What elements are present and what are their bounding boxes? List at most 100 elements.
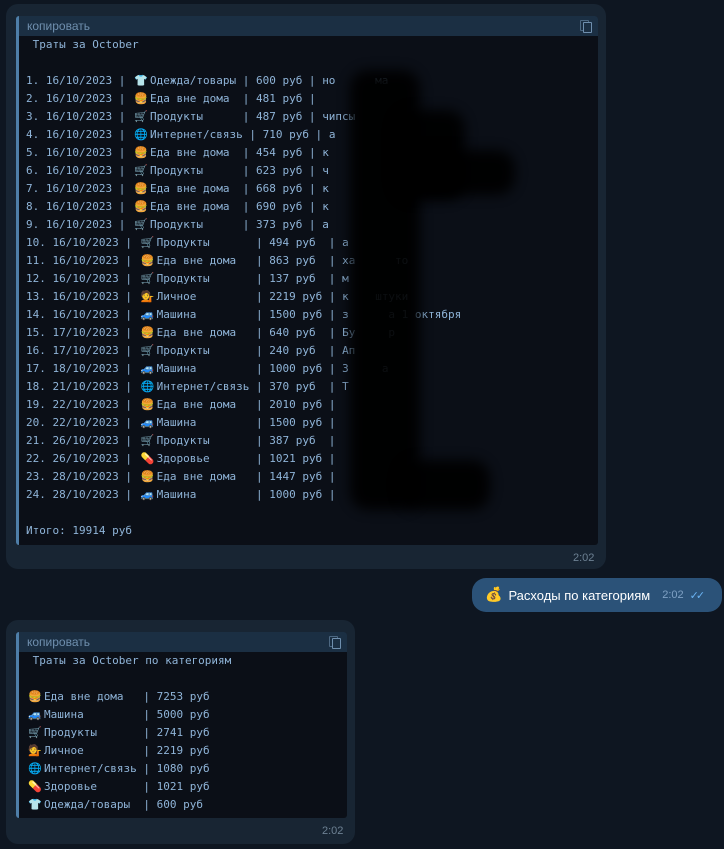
row-date: 26/10/2023 (52, 434, 119, 447)
row-category: Интернет/связь (149, 128, 243, 141)
row-note: к (322, 200, 329, 213)
row-category: Продукты (149, 110, 203, 123)
category-row: 🛒 Продукты | 2741 руб (26, 724, 347, 742)
cart-icon: 🛒 (134, 164, 148, 177)
row-amount: 1000 руб (269, 362, 323, 375)
expense-row: 20. 22/10/2023 | 🚙 Машина | 1500 руб | (26, 414, 598, 432)
cart-icon: 🛒 (28, 726, 42, 739)
car-icon: 🚙 (140, 488, 155, 501)
cart-icon: 🛒 (140, 272, 155, 285)
row-date: 16/10/2023 (45, 110, 113, 123)
expense-row: 10. 16/10/2023 | 🛒 Продукты | 494 руб | а (26, 234, 598, 252)
row-number: 12. (26, 272, 46, 285)
shirt-icon: 👕 (28, 798, 42, 811)
car-icon: 🚙 (28, 708, 42, 721)
expense-row: 18. 21/10/2023 | 🌐 Интернет/связь | 370 р… (26, 378, 598, 396)
row-date: 16/10/2023 (45, 128, 113, 141)
row-amount: 640 руб (269, 326, 316, 339)
row-category: Машина (156, 488, 197, 501)
row-note: м (342, 272, 349, 285)
expense-row: 19. 22/10/2023 | 🍔 Еда вне дома | 2010 ру… (26, 396, 598, 414)
burger-icon: 🍔 (140, 398, 155, 411)
row-category: Продукты (156, 272, 210, 285)
burger-icon: 🍔 (28, 690, 42, 703)
person-icon: 💁 (140, 290, 155, 303)
row-date: 28/10/2023 (52, 470, 119, 483)
category-row: 🌐 Интернет/связь | 1080 руб (26, 760, 347, 778)
row-category: Продукты (156, 434, 210, 447)
expense-row: 17. 18/10/2023 | 🚙 Машина | 1000 руб | З … (26, 360, 598, 378)
category-amount: 1080 руб (156, 762, 210, 775)
expense-row: 16. 17/10/2023 | 🛒 Продукты | 240 руб | А… (26, 342, 598, 360)
row-amount: 373 руб (255, 218, 303, 231)
row-amount: 1447 руб (269, 470, 323, 483)
read-checkmarks-icon: ✓✓ (689, 589, 706, 602)
row-date: 16/10/2023 (52, 290, 119, 303)
row-note: к (322, 146, 329, 159)
row-amount: 623 руб (255, 164, 303, 177)
category-amount: 7253 руб (156, 690, 210, 703)
row-number: 16. (26, 344, 46, 357)
category-row: 🚙 Машина | 5000 руб (26, 706, 347, 724)
burger-icon: 🍔 (134, 92, 148, 105)
row-category: Еда вне дома (156, 398, 237, 411)
money-bag-icon: 💰 (485, 587, 503, 603)
expense-row: 4. 16/10/2023 | 🌐 Интернет/связь | 710 ру… (26, 126, 598, 144)
burger-icon: 🍔 (134, 200, 148, 213)
row-note: Т (342, 380, 349, 393)
row-note: ч (322, 164, 329, 177)
row-category: Еда вне дома (156, 326, 237, 339)
code-body: Траты за October по категориям 🍔 Еда вне … (19, 652, 347, 814)
row-date: 28/10/2023 (52, 488, 119, 501)
row-number: 11. (26, 254, 46, 267)
copy-button[interactable]: копировать (27, 635, 90, 649)
row-date: 16/10/2023 (52, 308, 119, 321)
expense-row: 21. 26/10/2023 | 🛒 Продукты | 387 руб | (26, 432, 598, 450)
burger-icon: 🍔 (140, 470, 155, 483)
row-number: 7. (26, 182, 40, 195)
row-note: к (322, 182, 329, 195)
copy-button[interactable]: копировать (27, 19, 90, 33)
expense-row: 11. 16/10/2023 | 🍔 Еда вне дома | 863 руб… (26, 252, 598, 270)
row-amount: 387 руб (269, 434, 316, 447)
row-amount: 1021 руб (269, 452, 323, 465)
message-time: 2:02 (662, 589, 684, 601)
expense-row: 13. 16/10/2023 | 💁 Личное | 2219 руб | к … (26, 288, 598, 306)
code-body: Траты за October 1. 16/10/2023 | 👕 Одежда… (19, 36, 598, 540)
row-date: 16/10/2023 (45, 218, 113, 231)
row-date: 21/10/2023 (52, 380, 119, 393)
expense-row: 24. 28/10/2023 | 🚙 Машина | 1000 руб | (26, 486, 598, 504)
row-date: 16/10/2023 (52, 236, 119, 249)
row-category: Продукты (156, 344, 210, 357)
person-icon: 💁 (28, 744, 42, 757)
row-date: 16/10/2023 (45, 200, 113, 213)
category-name: Одежда/товары (44, 798, 131, 811)
row-number: 19. (26, 398, 46, 411)
row-date: 26/10/2023 (52, 452, 119, 465)
category-name: Личное (44, 744, 84, 757)
copy-icon[interactable] (329, 636, 341, 649)
category-amount: 1021 руб (156, 780, 210, 793)
cart-icon: 🛒 (134, 218, 148, 231)
globe-icon: 🌐 (134, 128, 148, 141)
row-category: Еда вне дома (149, 146, 230, 159)
row-date: 22/10/2023 (52, 398, 119, 411)
row-amount: 1500 руб (269, 416, 323, 429)
outgoing-message[interactable]: 💰 Расходы по категориям 2:02 ✓✓ (472, 578, 722, 612)
car-icon: 🚙 (140, 362, 155, 375)
copy-icon[interactable] (580, 20, 592, 33)
row-number: 10. (26, 236, 46, 249)
expense-row: 3. 16/10/2023 | 🛒 Продукты | 487 руб | чи… (26, 108, 598, 126)
row-amount: 454 руб (255, 146, 303, 159)
row-category: Одежда/товары (149, 74, 237, 87)
row-date: 16/10/2023 (45, 182, 113, 195)
category-name: Продукты (44, 726, 97, 739)
row-amount: 2219 руб (269, 290, 323, 303)
category-rows: 🍔 Еда вне дома | 7253 руб 🚙 Машина | 5000 р… (26, 688, 347, 814)
row-number: 6. (26, 164, 40, 177)
row-category: Еда вне дома (156, 254, 237, 267)
cart-icon: 🛒 (140, 434, 155, 447)
row-number: 15. (26, 326, 46, 339)
burger-icon: 🍔 (134, 182, 148, 195)
